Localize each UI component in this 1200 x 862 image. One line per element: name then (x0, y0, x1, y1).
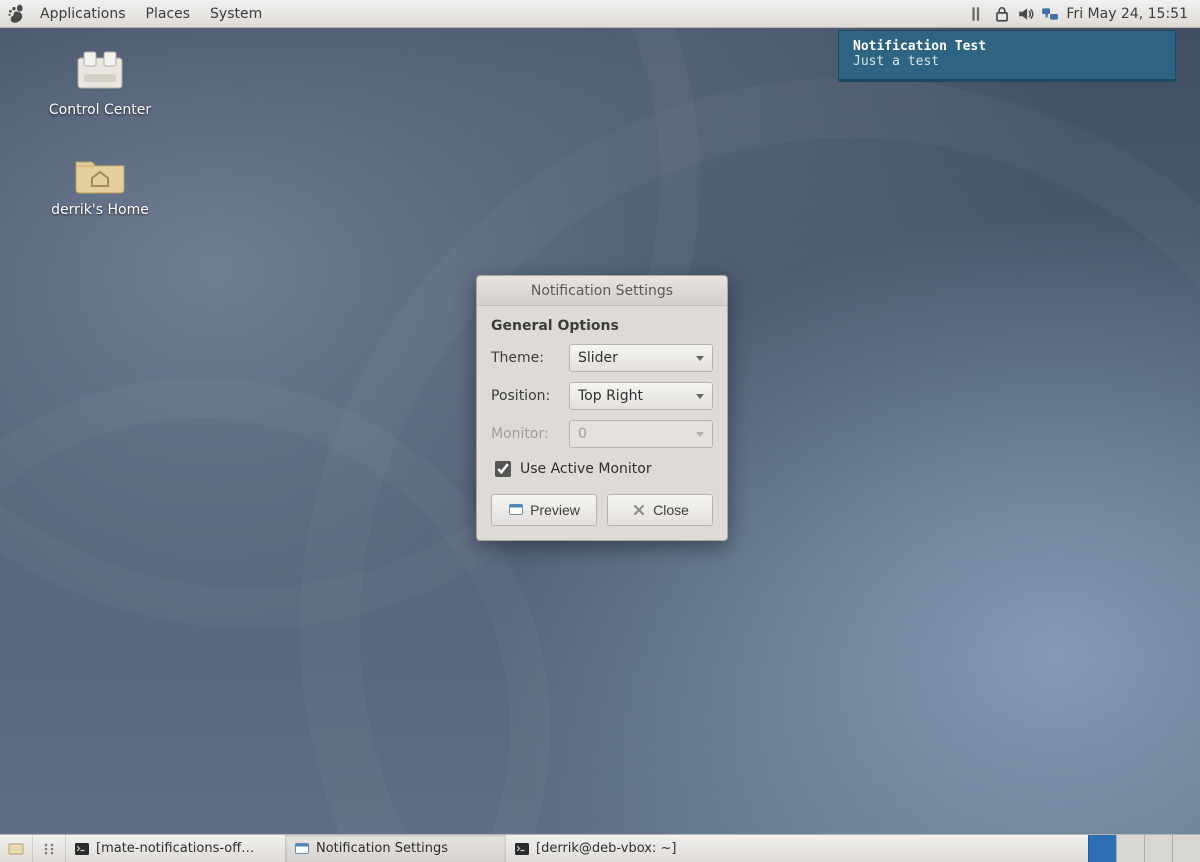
workspace-1[interactable] (1088, 835, 1116, 862)
theme-label: Theme: (491, 350, 561, 366)
position-combobox[interactable]: Top Right (569, 382, 713, 410)
use-active-monitor-checkbox[interactable] (495, 461, 511, 477)
workspace-2[interactable] (1116, 835, 1144, 862)
grip-icon (41, 841, 57, 857)
monitor-label: Monitor: (491, 426, 561, 442)
notification-toast[interactable]: Notification Test Just a test (838, 30, 1176, 82)
preview-button[interactable]: Preview (491, 494, 597, 526)
gnome-logo-icon (6, 4, 26, 24)
taskbar-item-terminal2[interactable]: [derrik@deb-vbox: ~] (505, 835, 725, 862)
close-button-label: Close (653, 502, 689, 518)
taskbar-item-label: Notification Settings (316, 841, 448, 856)
close-icon (631, 502, 647, 518)
position-value: Top Right (578, 388, 643, 404)
preview-icon (508, 502, 524, 518)
preferences-icon (294, 841, 310, 857)
dialog-titlebar[interactable]: Notification Settings (477, 276, 727, 306)
theme-combobox[interactable]: Slider (569, 344, 713, 372)
window-list-handle[interactable] (32, 835, 65, 862)
use-active-monitor-label: Use Active Monitor (520, 461, 652, 477)
desktop-icon-home[interactable]: derrik's Home (40, 148, 160, 218)
notification-settings-dialog: Notification Settings General Options Th… (476, 275, 728, 541)
theme-value: Slider (578, 350, 618, 366)
volume-icon[interactable] (1017, 5, 1035, 23)
home-folder-icon (72, 148, 128, 196)
show-desktop-button[interactable] (0, 835, 32, 862)
monitor-value: 0 (578, 426, 587, 442)
clock[interactable]: Fri May 24, 15:51 (1062, 6, 1196, 22)
taskbar-item-notification-settings[interactable]: Notification Settings (285, 835, 505, 862)
terminal-icon (74, 841, 90, 857)
top-panel: Applications Places System Fri May 24, 1… (0, 0, 1200, 28)
menu-applications[interactable]: Applications (30, 6, 136, 22)
desktop-icon-label: derrik's Home (40, 202, 160, 218)
menu-system[interactable]: System (200, 6, 272, 22)
dialog-title: Notification Settings (531, 283, 673, 299)
workspace-switcher (1088, 835, 1200, 862)
network-icon[interactable] (1041, 5, 1059, 23)
desktop-icon-label: Control Center (40, 102, 160, 118)
notification-title: Notification Test (853, 39, 1161, 54)
lock-icon[interactable] (993, 5, 1011, 23)
chevron-down-icon (696, 432, 704, 437)
section-heading: General Options (491, 318, 713, 334)
position-label: Position: (491, 388, 561, 404)
bottom-panel: [mate-notifications-off… Notification Se… (0, 834, 1200, 862)
taskbar-item-label: [derrik@deb-vbox: ~] (536, 841, 676, 856)
control-center-icon (72, 48, 128, 96)
terminal-icon (514, 841, 530, 857)
workspace-4[interactable] (1172, 835, 1200, 862)
chevron-down-icon (696, 394, 704, 399)
workspace-3[interactable] (1144, 835, 1172, 862)
tray-separator-icon (969, 5, 987, 23)
taskbar-item-label: [mate-notifications-off… (96, 841, 254, 856)
desktop-icon-control-center[interactable]: Control Center (40, 48, 160, 118)
notification-body: Just a test (853, 54, 1161, 69)
chevron-down-icon (696, 356, 704, 361)
menu-places[interactable]: Places (136, 6, 201, 22)
close-button[interactable]: Close (607, 494, 713, 526)
show-desktop-icon (8, 841, 24, 857)
preview-button-label: Preview (530, 502, 580, 518)
monitor-combobox: 0 (569, 420, 713, 448)
taskbar-item-terminal1[interactable]: [mate-notifications-off… (65, 835, 285, 862)
